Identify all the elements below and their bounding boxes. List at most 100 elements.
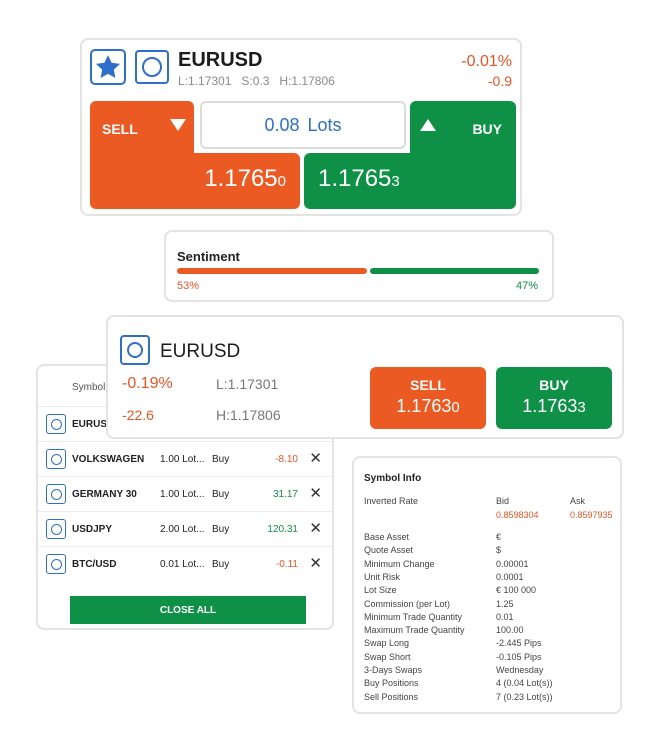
info-key: Commission (per Lot) <box>364 598 451 609</box>
lots-unit: Lots <box>307 114 342 135</box>
info-row: Base Asset € <box>364 532 614 545</box>
sell-label: SELL <box>410 377 446 393</box>
change-percent: -0.19% <box>122 375 173 392</box>
sentiment-sell-percent: 53% <box>177 280 200 292</box>
info-value: € 100 000 <box>496 585 537 596</box>
info-row: Quote Asset $ <box>364 545 614 558</box>
symbol-icon <box>46 414 66 434</box>
close-icon[interactable]: ✕ <box>309 556 322 571</box>
buy-price: 1.17633 <box>522 396 586 416</box>
info-row: Buy Positions 4 (0.04 Lot(s)) <box>364 678 614 691</box>
symbol-name: EURUSD <box>178 49 263 71</box>
info-row: Commission (per Lot) 1.25 <box>364 599 614 612</box>
symbol-icon[interactable] <box>135 50 169 84</box>
sell-button[interactable]: SELL 1.17630 <box>370 367 486 429</box>
bid-label: Bid <box>496 496 510 506</box>
symbol-icon[interactable] <box>120 335 150 365</box>
info-value: -2.445 Pips <box>496 638 542 649</box>
position-symbol: BTC/USD <box>72 559 117 570</box>
info-value: Wednesday <box>496 665 544 675</box>
buy-label: BUY <box>539 377 569 393</box>
symbol-icon <box>46 554 66 574</box>
close-icon[interactable]: ✕ <box>309 451 322 466</box>
position-side: Buy <box>212 454 230 465</box>
info-value: 100.00 <box>496 625 524 636</box>
position-symbol: VOLKSWAGEN <box>72 454 145 465</box>
ask-value: 0.8597935 <box>570 510 613 520</box>
info-row: Sell Positions 7 (0.23 Lot(s)) <box>364 692 614 705</box>
buy-label: BUY <box>472 121 502 137</box>
price-stats: L:1.17301 S:0.3 H:1.17806 <box>178 74 335 88</box>
position-symbol: GERMANY 30 <box>72 489 137 500</box>
info-row: Maximum Trade Quantity 100.00 <box>364 625 614 638</box>
position-lots: 0.01 Lot... <box>160 559 205 570</box>
info-key: Lot Size <box>364 585 397 596</box>
quote-card: EURUSD -0.19% -22.6 L:1.17301 H:1.17806 … <box>106 315 624 439</box>
info-value: $ <box>496 545 502 556</box>
high-price: H:1.17806 <box>279 74 335 88</box>
info-key: Minimum Change <box>364 558 435 569</box>
sentiment-title: Sentiment <box>177 249 240 264</box>
symbol-name: EURUSD <box>160 341 241 362</box>
sentiment-buy-bar <box>370 268 539 274</box>
spread: S:0.3 <box>241 74 270 88</box>
info-key: Unit Risk <box>364 571 401 582</box>
lots-value: 0.08 <box>264 114 300 135</box>
info-key: Maximum Trade Quantity <box>364 625 465 636</box>
info-key: Swap Short <box>364 651 411 662</box>
position-lots: 1.00 Lot... <box>160 489 205 500</box>
symbol-info-title: Symbol Info <box>364 473 422 484</box>
info-key: Base Asset <box>364 532 410 542</box>
position-pnl: 31.17 <box>272 489 298 500</box>
sentiment-card: Sentiment 53% 47% <box>164 230 554 302</box>
info-row: Minimum Trade Quantity 0.01 <box>364 612 614 625</box>
star-icon <box>95 55 121 78</box>
favorite-button[interactable] <box>90 49 126 85</box>
close-icon[interactable]: ✕ <box>309 486 322 501</box>
close-icon[interactable]: ✕ <box>309 521 322 536</box>
position-side: Buy <box>212 524 230 535</box>
close-all-button[interactable]: CLOSE ALL <box>70 596 306 624</box>
high-price: H:1.17806 <box>216 407 281 423</box>
sentiment-bar <box>177 268 539 274</box>
info-value: 4 (0.04 Lot(s)) <box>496 678 553 689</box>
position-row[interactable]: BTC/USD 0.01 Lot... Buy -0.11 ✕ <box>38 546 332 581</box>
position-row[interactable]: VOLKSWAGEN 1.00 Lot... Buy -8.10 ✕ <box>38 441 332 476</box>
position-pnl: -8.10 <box>275 454 298 465</box>
sell-label: SELL <box>102 121 138 137</box>
ask-label: Ask <box>570 496 586 506</box>
position-row[interactable]: USDJPY 2.00 Lot... Buy 120.31 ✕ <box>38 511 332 546</box>
position-lots: 2.00 Lot... <box>160 524 205 535</box>
sell-price: 1.17650 <box>204 165 286 192</box>
triangle-down-icon <box>170 119 186 131</box>
info-value: 0.01 <box>496 611 514 622</box>
info-row: Swap Long -2.445 Pips <box>364 638 614 651</box>
position-side: Buy <box>212 489 230 500</box>
position-pnl: 120.31 <box>267 524 298 535</box>
change-percent: -0.01% <box>461 53 512 70</box>
buy-price: 1.17653 <box>318 165 400 192</box>
lots-input[interactable]: 0.08 Lots <box>200 101 406 149</box>
position-symbol: USDJPY <box>72 524 113 535</box>
buy-button[interactable]: BUY 1.17633 <box>496 367 612 429</box>
change-pips: -0.9 <box>487 73 512 89</box>
info-row: Unit Risk 0.0001 <box>364 572 614 585</box>
sell-price: 1.17630 <box>396 396 460 416</box>
inverted-rate-label: Inverted Rate <box>364 496 419 506</box>
position-lots: 1.00 Lot... <box>160 454 205 465</box>
info-key: Sell Positions <box>364 691 419 702</box>
info-value: 1.25 <box>496 598 514 609</box>
info-value: -0.105 Pips <box>496 651 542 662</box>
info-value: 0.0001 <box>496 571 524 582</box>
info-value: 0.00001 <box>496 558 529 569</box>
trade-card: EURUSD L:1.17301 S:0.3 H:1.17806 -0.01% … <box>80 38 522 216</box>
position-row[interactable]: GERMANY 30 1.00 Lot... Buy 31.17 ✕ <box>38 476 332 511</box>
info-row: Swap Short -0.105 Pips <box>364 652 614 665</box>
info-key: Buy Positions <box>364 678 419 689</box>
position-pnl: -0.11 <box>275 559 298 570</box>
info-key: 3-Days Swaps <box>364 665 423 675</box>
info-key: Quote Asset <box>364 545 414 556</box>
info-row: Minimum Change 0.00001 <box>364 559 614 572</box>
info-row: Lot Size € 100 000 <box>364 585 614 598</box>
info-key: Swap Long <box>364 638 410 649</box>
